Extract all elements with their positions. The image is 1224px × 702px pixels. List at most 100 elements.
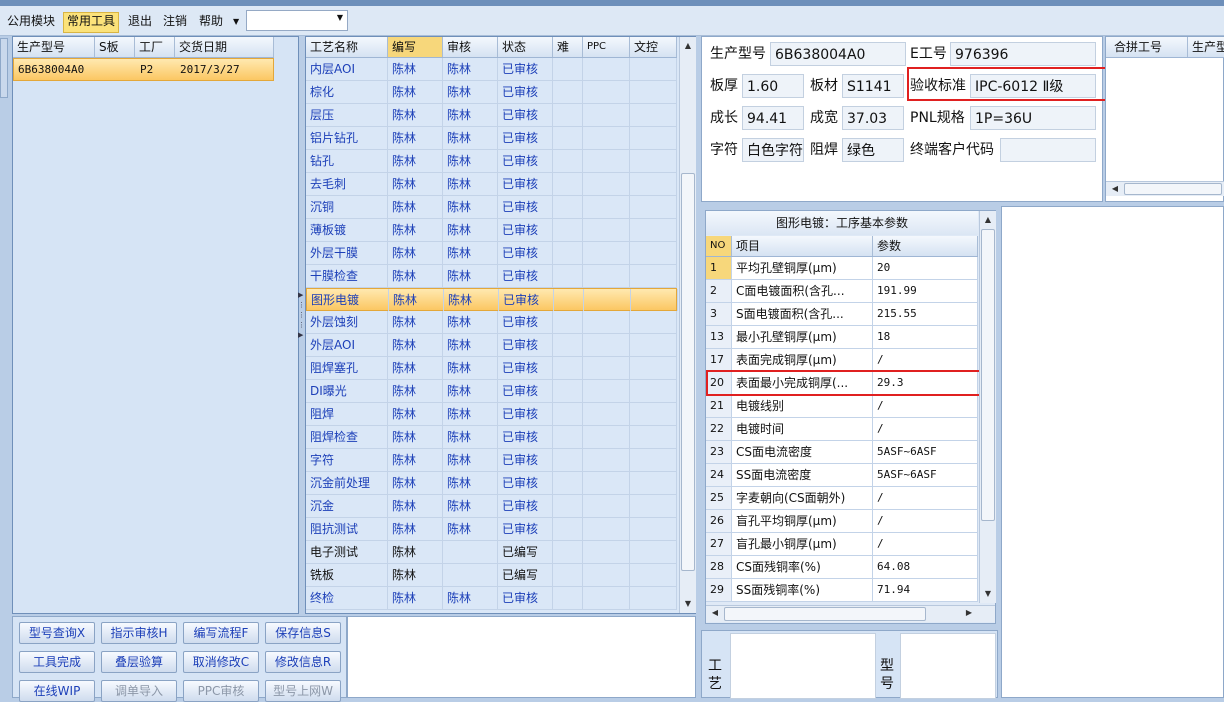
param-row[interactable]: 23 CS面电流密度 5ASF~6ASF (706, 441, 978, 464)
menu-overflow-arrow-icon[interactable]: ▼ (230, 12, 242, 31)
thickness-field[interactable]: 1.60 (742, 74, 804, 98)
action-button[interactable]: 叠层验算 (101, 651, 177, 673)
col-doc-control[interactable]: 文控 (630, 37, 677, 57)
col-model[interactable]: 生产型号 (13, 37, 95, 57)
length-field[interactable]: 94.41 (742, 106, 804, 130)
param-row[interactable]: 13 最小孔壁铜厚(μm) 18 (706, 326, 978, 349)
process-row[interactable]: 沉金前处理 陈林 陈林 已审核 (306, 472, 677, 495)
process-row[interactable]: 阻焊 陈林 陈林 已审核 (306, 403, 677, 426)
width-field[interactable]: 37.03 (842, 106, 904, 130)
process-row[interactable]: 阻焊塞孔 陈林 陈林 已审核 (306, 357, 677, 380)
params-vscroll[interactable]: ▲ ▼ (979, 211, 996, 603)
scroll-left-icon[interactable]: ◀ (1108, 182, 1122, 196)
col-delivery-date[interactable]: 交货日期 (175, 37, 274, 57)
scroll-down-icon[interactable]: ▼ (980, 587, 996, 601)
process-scroll-thumb[interactable] (681, 173, 695, 571)
process-list-box[interactable] (730, 633, 876, 699)
process-row[interactable]: 电子测试 陈林 已编写 (306, 541, 677, 564)
menu-exit[interactable]: 退出 (125, 12, 155, 31)
param-row[interactable]: 2 C面电镀面积(含孔... 191.99 (706, 280, 978, 303)
col-value[interactable]: 参数 (873, 236, 978, 256)
params-hscroll[interactable]: ◀ ▶ (706, 605, 995, 622)
param-row[interactable]: 26 盲孔平均铜厚(μm) / (706, 510, 978, 533)
param-row[interactable]: 27 盲孔最小铜厚(μm) / (706, 533, 978, 556)
process-scrollbar[interactable]: ▲ ▼ (679, 37, 696, 613)
process-row[interactable]: DI曝光 陈林 陈林 已审核 (306, 380, 677, 403)
action-button[interactable]: 在线WIP (19, 680, 95, 702)
process-row[interactable]: 沉金 陈林 陈林 已审核 (306, 495, 677, 518)
scroll-left-icon[interactable]: ◀ (708, 606, 722, 620)
params-hscroll-thumb[interactable] (724, 607, 926, 621)
param-row[interactable]: 28 CS面残铜率(%) 64.08 (706, 556, 978, 579)
process-row[interactable]: 棕化 陈林 陈林 已审核 (306, 81, 677, 104)
action-button[interactable]: 指示审核H (101, 622, 177, 644)
customer-code-field[interactable] (1000, 138, 1096, 162)
col-item[interactable]: 项目 (732, 236, 873, 256)
mask-field[interactable]: 绿色 (842, 138, 904, 162)
param-row[interactable]: 24 SS面电流密度 5ASF~6ASF (706, 464, 978, 487)
col-difficulty[interactable]: 难 (553, 37, 583, 57)
scroll-up-icon[interactable]: ▲ (980, 213, 996, 227)
col-merge-model[interactable]: 生产型 (1188, 37, 1224, 57)
process-row[interactable]: 沉铜 陈林 陈林 已审核 (306, 196, 677, 219)
action-button[interactable]: 修改信息R (265, 651, 341, 673)
process-row[interactable]: 外层蚀刻 陈林 陈林 已审核 (306, 311, 677, 334)
param-row[interactable]: 22 电镀时间 / (706, 418, 978, 441)
merge-scroll-thumb[interactable] (1124, 183, 1222, 195)
menu-combo-box[interactable]: ▼ (246, 10, 348, 31)
process-row[interactable]: 阻抗测试 陈林 陈林 已审核 (306, 518, 677, 541)
model-field[interactable]: 6B638004A0 (770, 42, 906, 66)
action-button[interactable]: 编写流程F (183, 622, 259, 644)
col-writer[interactable]: 编写 (388, 37, 443, 57)
param-row[interactable]: 29 SS面残铜率(%) 71.94 (706, 579, 978, 602)
process-row[interactable]: 去毛刺 陈林 陈林 已审核 (306, 173, 677, 196)
col-ppc[interactable]: PPC (583, 37, 630, 57)
menu-help[interactable]: 帮助 (196, 12, 226, 31)
col-s-board[interactable]: S板 (95, 37, 135, 57)
process-row[interactable]: 内层AOI 陈林 陈林 已审核 (306, 58, 677, 81)
action-button[interactable]: 保存信息S (265, 622, 341, 644)
order-row[interactable]: 6B638004A0 P2 2017/3/27 (13, 58, 274, 81)
param-row[interactable]: 3 S面电镀面积(含孔... 215.55 (706, 303, 978, 326)
process-row[interactable]: 字符 陈林 陈林 已审核 (306, 449, 677, 472)
menu-common-tools[interactable]: 常用工具 (63, 12, 120, 33)
param-row[interactable]: 25 字麦朝向(CS面朝外) / (706, 487, 978, 510)
col-status[interactable]: 状态 (498, 37, 553, 57)
process-row[interactable]: 外层干膜 陈林 陈林 已审核 (306, 242, 677, 265)
model-list-box[interactable] (900, 633, 996, 699)
col-factory[interactable]: 工厂 (135, 37, 175, 57)
param-row[interactable]: 1 平均孔壁铜厚(μm) 20 (706, 257, 978, 280)
merge-hscroll[interactable]: ◀ (1106, 181, 1224, 196)
action-button[interactable]: 工具完成 (19, 651, 95, 673)
action-button[interactable]: 调单导入 (101, 680, 177, 702)
col-merge-number[interactable]: 合拼工号 (1106, 37, 1188, 57)
process-row[interactable]: 干膜检查 陈林 陈林 已审核 (306, 265, 677, 288)
col-no[interactable]: NO (706, 236, 732, 256)
action-button[interactable]: 型号查询X (19, 622, 95, 644)
process-row[interactable]: 钻孔 陈林 陈林 已审核 (306, 150, 677, 173)
e-number-field[interactable]: 976396 (950, 42, 1096, 66)
scroll-down-icon[interactable]: ▼ (680, 597, 696, 611)
scroll-right-icon[interactable]: ▶ (962, 606, 976, 620)
col-process-name[interactable]: 工艺名称 (306, 37, 388, 57)
process-row[interactable]: 铣板 陈林 已编写 (306, 564, 677, 587)
action-button[interactable]: 型号上网W (265, 680, 341, 702)
material-field[interactable]: S1141 (842, 74, 904, 98)
process-row[interactable]: 层压 陈林 陈林 已审核 (306, 104, 677, 127)
action-button[interactable]: 取消修改C (183, 651, 259, 673)
process-row[interactable]: 外层AOI 陈林 陈林 已审核 (306, 334, 677, 357)
process-row[interactable]: 铝片钻孔 陈林 陈林 已审核 (306, 127, 677, 150)
menu-logout[interactable]: 注销 (160, 12, 190, 31)
char-field[interactable]: 白色字符 (742, 138, 804, 162)
param-row[interactable]: 21 电镀线别 / (706, 395, 978, 418)
process-row[interactable]: 图形电镀 陈林 陈林 已审核 (306, 288, 678, 311)
scroll-up-icon[interactable]: ▲ (680, 39, 696, 53)
param-row[interactable]: 17 表面完成铜厚(μm) / (706, 349, 978, 372)
params-scroll-thumb[interactable] (981, 229, 995, 521)
process-row[interactable]: 薄板镀 陈林 陈林 已审核 (306, 219, 677, 242)
splitter-handle[interactable]: ▶ ⋮ ⋮ ⋮ ▶ (298, 290, 305, 360)
left-edge-handle[interactable] (0, 38, 8, 98)
col-reviewer[interactable]: 审核 (443, 37, 498, 57)
menu-public-module[interactable]: 公用模块 (4, 12, 58, 31)
action-button[interactable]: PPC审核 (183, 680, 259, 702)
